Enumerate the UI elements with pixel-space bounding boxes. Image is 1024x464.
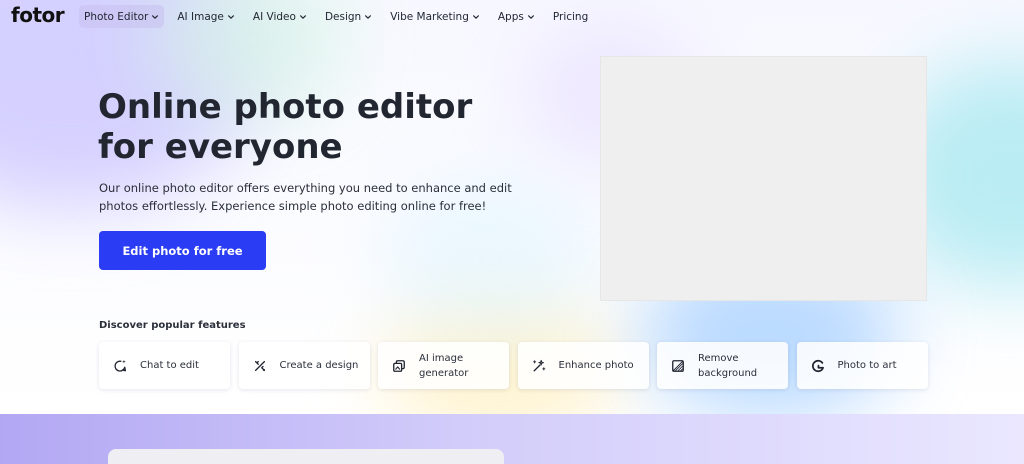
chevron-down-icon — [299, 14, 306, 19]
hero-preview-image — [600, 56, 927, 301]
feature-label: Chat to edit — [140, 360, 199, 371]
nav-apps[interactable]: Apps — [493, 5, 540, 28]
feature-label: Remove background — [698, 352, 758, 379]
feature-photo-to-art[interactable]: Photo to art — [796, 342, 928, 389]
edit-photo-button[interactable]: Edit photo for free — [99, 231, 266, 270]
ai-image-icon — [393, 359, 405, 372]
remove-background-icon — [672, 359, 684, 372]
feature-label: Create a design — [279, 360, 359, 371]
features-heading: Discover popular features — [99, 320, 246, 331]
nav-label: Pricing — [552, 10, 589, 23]
chevron-down-icon — [472, 14, 479, 19]
chevron-down-icon — [365, 14, 372, 19]
nav-photo-editor[interactable]: Photo Editor — [79, 5, 165, 28]
feature-create-a-design[interactable]: Create a design — [238, 342, 370, 389]
feature-ai-image-generator[interactable]: AI image generator — [378, 342, 509, 389]
chevron-down-icon — [527, 14, 534, 19]
next-section-card — [108, 449, 504, 464]
main-menu: Photo Editor AI Image AI Video Design Vi… — [79, 5, 601, 28]
features-list: Chat to edit Create a design AI image ge… — [99, 342, 936, 389]
feature-label: Enhance photo — [558, 360, 634, 371]
nav-label: Photo Editor — [84, 10, 149, 23]
page-title: Online photo editor for everyone — [98, 87, 473, 167]
feature-chat-to-edit[interactable]: Chat to edit — [99, 342, 230, 389]
magic-wand-icon — [532, 359, 545, 372]
nav-ai-image[interactable]: AI Image — [172, 5, 240, 28]
chevron-down-icon — [227, 14, 234, 19]
chat-sparkle-icon — [114, 359, 127, 372]
nav-pricing[interactable]: Pricing — [548, 5, 593, 28]
hero-description: Our online photo editor offers everythin… — [99, 181, 512, 213]
nav-ai-video[interactable]: AI Video — [248, 5, 312, 28]
feature-label: Photo to art — [837, 360, 897, 371]
chevron-down-icon — [152, 14, 159, 19]
nav-label: AI Video — [252, 10, 296, 23]
nav-design[interactable]: Design — [320, 5, 377, 28]
feature-label: AI image generator — [419, 352, 469, 379]
photo-to-art-icon — [811, 359, 824, 372]
design-tools-icon — [254, 360, 265, 371]
nav-label: AI Image — [177, 10, 224, 23]
feature-remove-background[interactable]: Remove background — [657, 342, 788, 389]
nav-vibe-marketing[interactable]: Vibe Marketing — [385, 5, 485, 28]
top-navigation: fotor Photo Editor AI Image AI Video Des… — [0, 0, 1024, 34]
nav-label: Design — [324, 10, 362, 23]
nav-label: Vibe Marketing — [390, 10, 469, 23]
nav-label: Apps — [497, 10, 524, 23]
feature-enhance-photo[interactable]: Enhance photo — [517, 342, 649, 389]
fotor-logo[interactable]: fotor — [11, 3, 65, 27]
